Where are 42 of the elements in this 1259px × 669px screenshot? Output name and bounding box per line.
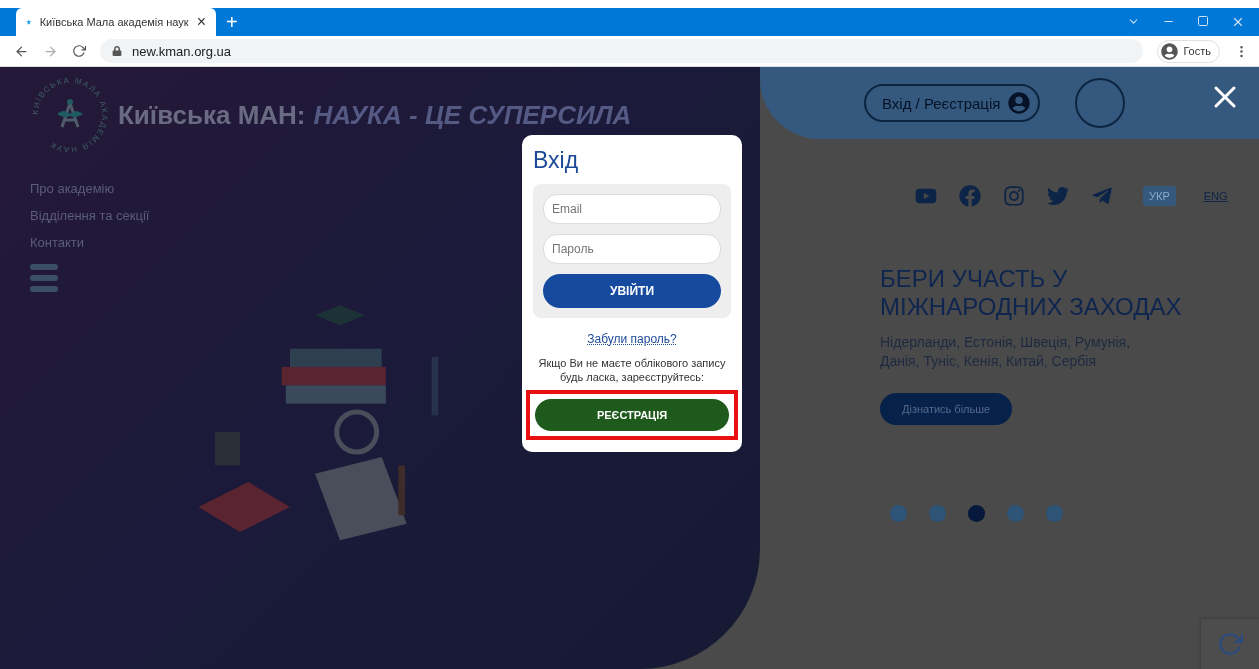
nav-link[interactable]: Про академію (30, 181, 115, 196)
language-link[interactable]: УКР (1143, 186, 1176, 206)
register-hint: Якщо Ви не маєте облікового запису будь ласка, зареєструйтесь: (537, 356, 727, 384)
user-icon (1008, 92, 1031, 114)
maximize-icon[interactable] (1197, 15, 1209, 27)
browser-tab[interactable]: Київська Мала академія наук × (16, 8, 216, 36)
nav-link[interactable]: Контакти (30, 235, 85, 250)
slide-dot[interactable] (968, 505, 985, 522)
forward-icon[interactable] (43, 43, 58, 59)
site-slogan: НАУКА - ЦЕ СУПЕРСИЛА (313, 99, 632, 130)
dialog-title: Вхід (533, 147, 580, 174)
menu-icon[interactable] (30, 264, 58, 292)
tab-title: Київська Мала академія наук (39, 16, 189, 28)
lock-icon (112, 46, 122, 56)
profile-button[interactable]: Гость (1157, 39, 1220, 63)
new-tab-button[interactable]: + (226, 10, 238, 34)
reload-icon[interactable] (72, 44, 86, 58)
telegram-icon[interactable] (1091, 185, 1113, 207)
twitter-icon[interactable] (1047, 185, 1069, 207)
instagram-icon[interactable] (1003, 185, 1025, 207)
slide-dot[interactable] (1007, 505, 1024, 522)
register-button[interactable]: РЕЄСТРАЦІЯ (535, 399, 729, 431)
learn-more-button[interactable]: Дізнатись більше (880, 393, 1013, 425)
site-title: Київська МАН: (118, 99, 306, 130)
search-button[interactable] (1075, 78, 1126, 128)
user-icon (1161, 42, 1179, 60)
forgot-password-link[interactable]: Забули пароль? (587, 332, 677, 346)
password-field[interactable]: Пароль (543, 234, 721, 264)
slide-dot[interactable] (890, 505, 907, 522)
login-register-button[interactable]: Вхід / Реєстрація (864, 84, 1041, 122)
address-bar[interactable]: new.kman.org.ua (100, 39, 1144, 63)
close-icon[interactable] (1231, 15, 1245, 29)
facebook-icon[interactable] (959, 185, 981, 207)
login-button[interactable]: УВІЙТИ (543, 274, 721, 308)
slide-dot[interactable] (929, 505, 946, 522)
nav-link[interactable]: Відділення та секції (30, 208, 150, 223)
email-field[interactable]: Email (543, 194, 721, 224)
headline: БЕРИ УЧАСТЬ У МІЖНАРОДНИХ ЗАХОДАХ (880, 265, 1183, 321)
tab-close-button[interactable]: × (196, 13, 206, 31)
back-icon[interactable] (14, 43, 29, 59)
slide-dot[interactable] (1046, 505, 1063, 522)
url-text: new.kman.org.ua (132, 43, 231, 59)
